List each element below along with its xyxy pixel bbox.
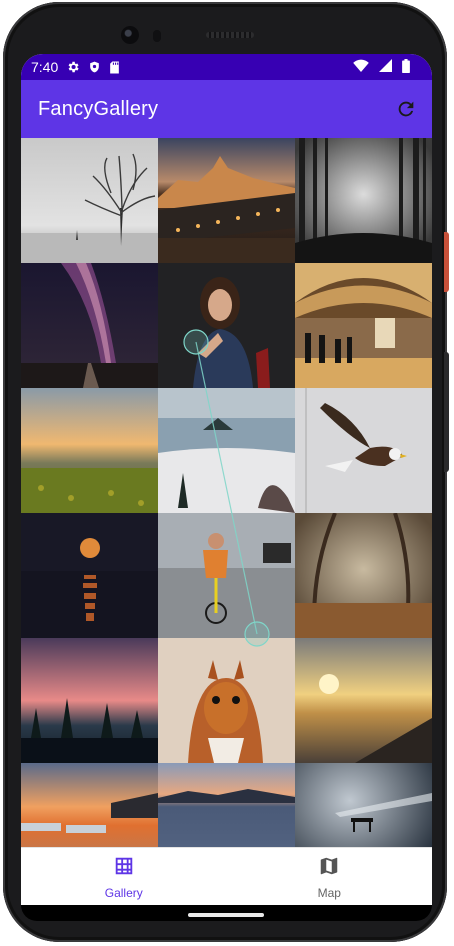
nav-map-label: Map [317,885,341,900]
photo-lit-bridge-city[interactable] [158,138,295,263]
power-button [444,232,449,292]
app-title: FancyGallery [38,97,159,120]
bottom-navigation: Gallery Map [21,847,432,905]
app-bar: FancyGallery [21,80,432,138]
photo-frosted-tree[interactable] [21,138,158,263]
photo-milky-way-road[interactable] [21,263,158,388]
status-time: 7:40 [31,59,59,75]
nav-map[interactable]: Map [227,848,433,905]
photo-sunset-field[interactable] [21,388,158,513]
settings-icon [66,60,80,74]
map-icon [318,855,340,882]
photo-pink-dusk-trees[interactable] [21,638,158,763]
photo-sunset-jetty[interactable] [295,638,432,763]
photo-autumn-forest[interactable] [295,513,432,638]
photo-woman-portrait[interactable] [158,263,295,388]
screen: 7:40 FancyGallery Gallery Map [21,54,432,905]
front-camera [121,26,139,44]
proximity-sensor [153,30,161,42]
battery-icon [402,58,410,76]
shield-icon [88,60,101,74]
photo-red-squirrel[interactable] [158,638,295,763]
photo-bald-eagle[interactable] [295,388,432,513]
status-bar: 7:40 [21,54,432,80]
signal-icon [379,59,392,75]
photo-moon-over-water[interactable] [21,513,158,638]
sd-card-icon [109,61,120,74]
nav-gallery-label: Gallery [104,885,143,900]
photo-snowy-lake[interactable] [158,388,295,513]
refresh-icon[interactable] [394,97,418,121]
nav-gallery[interactable]: Gallery [21,848,227,905]
photo-cyclist-street[interactable] [158,513,295,638]
photo-mountain-lake[interactable] [158,763,295,848]
photo-grid[interactable] [21,138,432,848]
photo-pier-long-exposure[interactable] [295,763,432,848]
grid-icon [113,855,135,882]
photo-sunset-salt-flats[interactable] [21,763,158,848]
photo-train-station-hall[interactable] [295,263,432,388]
earpiece-speaker [206,32,254,38]
gesture-handle[interactable] [188,913,264,917]
photo-misty-forest[interactable] [295,138,432,263]
volume-button [444,352,449,472]
wifi-icon [353,59,369,75]
